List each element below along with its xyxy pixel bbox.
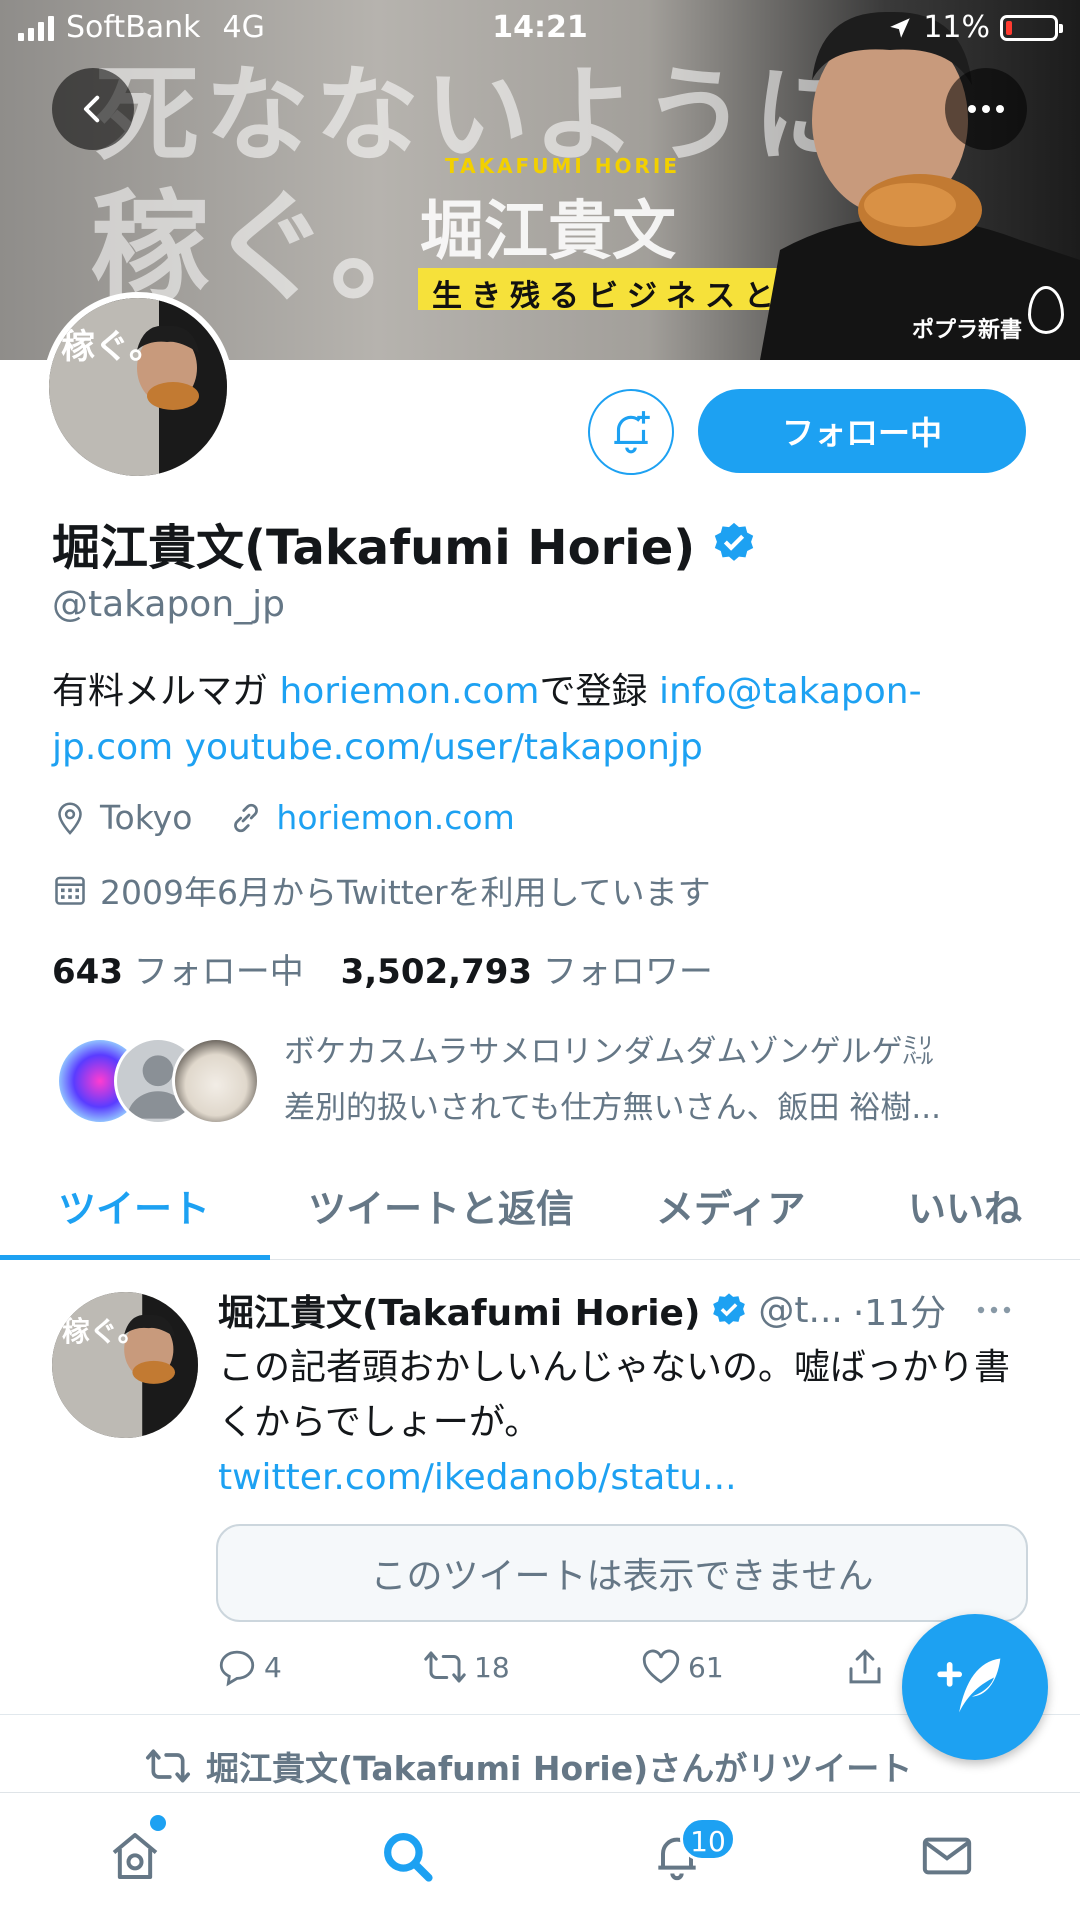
- follow-counts: 643 フォロー中 3,502,793 フォロワー: [52, 944, 713, 993]
- profile-website-link[interactable]: horiemon.com: [276, 798, 514, 837]
- profile-tabs: ツイート ツイートと返信 メディア いいね: [0, 1160, 1080, 1260]
- retweet-icon: [145, 1749, 190, 1783]
- nav-search[interactable]: [372, 1821, 442, 1891]
- tab-media[interactable]: メディア: [656, 1178, 805, 1233]
- retweet-notice: 堀江貴文(Takafumi Horie)さんがリツイート: [144, 1742, 912, 1790]
- bio-link-horiemon[interactable]: horiemon.com: [279, 671, 539, 712]
- location-arrow-icon: [890, 17, 911, 38]
- back-button[interactable]: [52, 68, 134, 150]
- tweet-author-name[interactable]: 堀江貴文(Takafumi Horie): [218, 1284, 700, 1336]
- following-count-link[interactable]: 643 フォロー中: [52, 952, 304, 992]
- avatar-image: 稼ぐ。: [52, 1292, 198, 1438]
- followed-by-text[interactable]: ボケカスムラサメロリンダムダムゾンゲルゲ㍊ 差別的扱いされても仕方無いさん、飯田…: [284, 1024, 1034, 1136]
- profile-name: 堀江貴文(Takafumi Horie): [52, 520, 696, 576]
- avatar-image: 稼ぐ。: [49, 298, 227, 476]
- reply-button[interactable]: 4: [216, 1646, 282, 1688]
- home-icon: [112, 1833, 158, 1879]
- retweet-button[interactable]: 18: [422, 1646, 510, 1688]
- followers-count-link[interactable]: 3,502,793 フォロワー: [341, 952, 713, 992]
- tweet-more-icon[interactable]: [976, 1305, 1012, 1315]
- mail-icon: [922, 1837, 972, 1875]
- followed-by-line1: ボケカスムラサメロリンダムダムゾンゲルゲ㍊: [284, 1034, 934, 1070]
- nav-messages[interactable]: [912, 1821, 982, 1891]
- like-button[interactable]: 61: [640, 1646, 724, 1688]
- follower-avatar: [172, 1037, 260, 1125]
- tweet-link[interactable]: twitter.com/ikedanob/statu...: [218, 1457, 737, 1498]
- profile-avatar[interactable]: 稼ぐ。: [43, 292, 233, 482]
- home-unread-dot: [150, 1815, 166, 1831]
- bell-plus-icon: [614, 411, 650, 454]
- link-icon: [234, 803, 259, 832]
- bio-text: で登録: [539, 671, 659, 712]
- share-button[interactable]: [844, 1646, 886, 1688]
- tweet-actions: 4 18 61: [216, 1646, 916, 1690]
- following-button[interactable]: フォロー中: [698, 389, 1026, 473]
- svg-text:稼ぐ。: 稼ぐ。: [61, 327, 163, 367]
- reply-icon: [219, 1650, 255, 1687]
- compose-tweet-button[interactable]: [902, 1614, 1048, 1760]
- followed-by-line2: 差別的扱いされても仕方無いさん、飯田 裕樹...: [284, 1090, 941, 1126]
- heart-icon: [642, 1649, 680, 1684]
- banner-author-en: TAKAFUMI HORIE: [445, 154, 680, 178]
- battery-icon: [1000, 14, 1063, 41]
- retweet-icon: [424, 1651, 466, 1683]
- like-count: 61: [688, 1650, 724, 1684]
- tab-tweets-and-replies[interactable]: ツイートと返信: [308, 1178, 574, 1233]
- more-horizontal-icon: [968, 105, 1004, 113]
- tab-tweets[interactable]: ツイート: [58, 1178, 210, 1233]
- active-tab-indicator: [0, 1255, 270, 1260]
- bio-link-youtube[interactable]: youtube.com/user/takaponjp: [185, 727, 703, 768]
- followers-count: 3,502,793: [340, 952, 533, 992]
- bio-text: 有料メルマガ: [52, 671, 280, 712]
- calendar-icon: [55, 876, 85, 905]
- banner-author-jp: 堀江貴文: [420, 195, 676, 269]
- search-icon: [384, 1833, 433, 1882]
- status-bar: SoftBank 4G 14:21 11%: [0, 0, 1080, 56]
- more-options-button[interactable]: [945, 68, 1027, 150]
- profile-bio: 有料メルマガ horiemon.comで登録 info@takapon-jp.c…: [52, 664, 1032, 776]
- profile-meta: Tokyo horiemon.com: [52, 798, 515, 837]
- following-label: フォロー中: [133, 952, 304, 992]
- profile-joined: 2009年6月からTwitterを利用しています: [52, 866, 711, 914]
- quoted-tweet-unavailable[interactable]: このツイートは表示できません: [216, 1524, 1028, 1622]
- compose-feather-icon: [937, 1658, 1001, 1713]
- tweet-avatar[interactable]: 稼ぐ。: [52, 1292, 198, 1438]
- retweet-notice-text[interactable]: 堀江貴文(Takafumi Horie)さんがリツイート: [206, 1742, 912, 1790]
- tweet-author-handle: @t...: [758, 1289, 843, 1331]
- tweet-text: この記者頭おかしいんじゃないの。嘘ばっかり書くからでしょーが。 twitter.…: [218, 1340, 1018, 1505]
- reply-count: 4: [264, 1650, 282, 1684]
- profile-name-row: 堀江貴文(Takafumi Horie): [52, 508, 757, 578]
- verified-badge-icon: [715, 522, 754, 561]
- share-icon: [849, 1649, 881, 1684]
- profile-location: Tokyo: [100, 798, 193, 837]
- followers-label: フォロワー: [542, 952, 713, 992]
- tweet-header: 堀江貴文(Takafumi Horie) @t... ·11分: [218, 1284, 1038, 1336]
- tab-likes[interactable]: いいね: [908, 1178, 1022, 1233]
- notifications-badge: 10: [680, 1817, 736, 1861]
- bio-text: [173, 727, 184, 768]
- location-pin-icon: [58, 802, 82, 835]
- tweet-body-text: この記者頭おかしいんじゃないの。嘘ばっかり書くからでしょーが。: [218, 1347, 1011, 1443]
- verified-badge-icon: [713, 1293, 746, 1325]
- banner-publisher: ポプラ新書: [911, 318, 1022, 343]
- retweet-count: 18: [474, 1650, 510, 1684]
- nav-home[interactable]: [100, 1821, 170, 1891]
- profile-handle: @takapon_jp: [52, 584, 285, 625]
- joined-date: 2009年6月からTwitterを利用しています: [100, 873, 711, 912]
- svg-text:稼ぐ。: 稼ぐ。: [62, 1315, 146, 1348]
- battery-percent: 11%: [923, 10, 990, 45]
- notifications-toggle-button[interactable]: [588, 389, 674, 475]
- tweet-time: ·11分: [852, 1293, 947, 1334]
- followed-by-avatars[interactable]: [56, 1037, 260, 1127]
- bottom-navigation: 10: [0, 1792, 1080, 1920]
- following-count: 643: [52, 952, 123, 992]
- chevron-left-icon: [83, 95, 100, 123]
